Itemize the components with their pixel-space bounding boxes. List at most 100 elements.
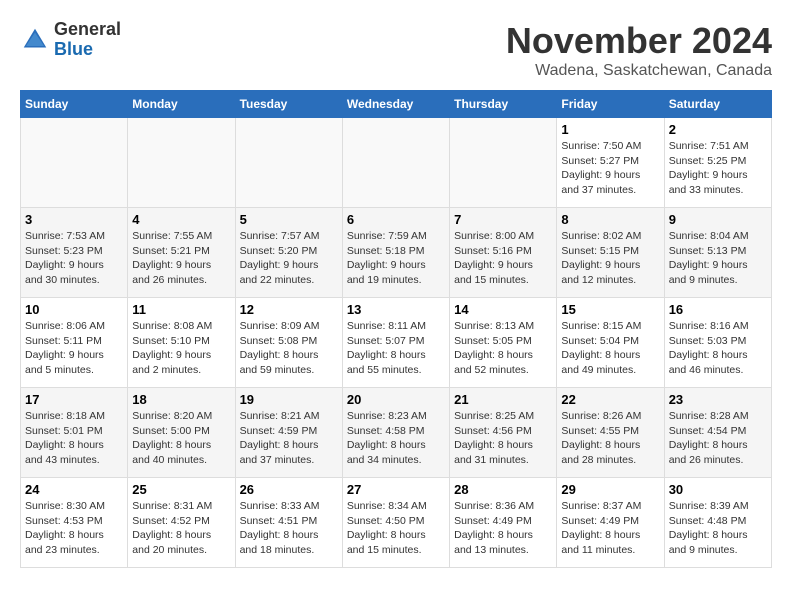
day-info: Sunrise: 8:28 AM Sunset: 4:54 PM Dayligh… [669,409,767,468]
day-info: Sunrise: 8:13 AM Sunset: 5:05 PM Dayligh… [454,319,552,378]
day-number: 22 [561,392,659,407]
day-info: Sunrise: 8:25 AM Sunset: 4:56 PM Dayligh… [454,409,552,468]
day-number: 12 [240,302,338,317]
weekday-header: Sunday [21,91,128,118]
day-number: 13 [347,302,445,317]
day-info: Sunrise: 8:08 AM Sunset: 5:10 PM Dayligh… [132,319,230,378]
calendar-day-cell: 16 Sunrise: 8:16 AM Sunset: 5:03 PM Dayli… [664,298,771,388]
day-number: 6 [347,212,445,227]
day-info: Sunrise: 8:23 AM Sunset: 4:58 PM Dayligh… [347,409,445,468]
title-block: November 2024 Wadena, Saskatchewan, Cana… [506,20,772,80]
day-number: 24 [25,482,123,497]
weekday-header: Friday [557,91,664,118]
calendar-week-row: 24Sunrise: 8:30 AM Sunset: 4:53 PM Dayli… [21,478,772,568]
calendar-day-cell: 30 Sunrise: 8:39 AM Sunset: 4:48 PM Dayli… [664,478,771,568]
day-number: 27 [347,482,445,497]
day-info: Sunrise: 8:36 AM Sunset: 4:49 PM Dayligh… [454,499,552,558]
weekday-header: Tuesday [235,91,342,118]
day-info: Sunrise: 8:16 AM Sunset: 5:03 PM Dayligh… [669,319,767,378]
day-info: Sunrise: 8:00 AM Sunset: 5:16 PM Dayligh… [454,229,552,288]
day-number: 8 [561,212,659,227]
day-info: Sunrise: 8:15 AM Sunset: 5:04 PM Dayligh… [561,319,659,378]
calendar-day-cell: 25Sunrise: 8:31 AM Sunset: 4:52 PM Dayli… [128,478,235,568]
day-number: 14 [454,302,552,317]
day-number: 15 [561,302,659,317]
day-info: Sunrise: 8:09 AM Sunset: 5:08 PM Dayligh… [240,319,338,378]
day-info: Sunrise: 8:02 AM Sunset: 5:15 PM Dayligh… [561,229,659,288]
calendar-day-cell: 14 Sunrise: 8:13 AM Sunset: 5:05 PM Dayli… [450,298,557,388]
logo-line1: General [54,20,121,40]
day-number: 25 [132,482,230,497]
day-number: 3 [25,212,123,227]
logo-icon [20,25,50,55]
day-info: Sunrise: 8:39 AM Sunset: 4:48 PM Dayligh… [669,499,767,558]
day-number: 29 [561,482,659,497]
calendar-day-cell: 17 Sunrise: 8:18 AM Sunset: 5:01 PM Dayli… [21,388,128,478]
calendar-day-cell: 13 Sunrise: 8:11 AM Sunset: 5:07 PM Dayli… [342,298,449,388]
day-info: Sunrise: 7:59 AM Sunset: 5:18 PM Dayligh… [347,229,445,288]
calendar-day-cell: 2Sunrise: 7:51 AM Sunset: 5:25 PM Daylig… [664,118,771,208]
day-info: Sunrise: 8:37 AM Sunset: 4:49 PM Dayligh… [561,499,659,558]
calendar-day-cell: 6 Sunrise: 7:59 AM Sunset: 5:18 PM Daylig… [342,208,449,298]
calendar-day-cell: 12 Sunrise: 8:09 AM Sunset: 5:08 PM Dayli… [235,298,342,388]
calendar-day-cell: 7 Sunrise: 8:00 AM Sunset: 5:16 PM Daylig… [450,208,557,298]
calendar-day-cell: 19Sunrise: 8:21 AM Sunset: 4:59 PM Dayli… [235,388,342,478]
day-number: 18 [132,392,230,407]
day-number: 9 [669,212,767,227]
day-info: Sunrise: 8:26 AM Sunset: 4:55 PM Dayligh… [561,409,659,468]
day-number: 16 [669,302,767,317]
day-info: Sunrise: 8:06 AM Sunset: 5:11 PM Dayligh… [25,319,123,378]
calendar-week-row: 1Sunrise: 7:50 AM Sunset: 5:27 PM Daylig… [21,118,772,208]
day-number: 4 [132,212,230,227]
day-info: Sunrise: 8:18 AM Sunset: 5:01 PM Dayligh… [25,409,123,468]
calendar-day-cell: 29 Sunrise: 8:37 AM Sunset: 4:49 PM Dayli… [557,478,664,568]
calendar-day-cell: 24Sunrise: 8:30 AM Sunset: 4:53 PM Dayli… [21,478,128,568]
weekday-header: Wednesday [342,91,449,118]
calendar-week-row: 3 Sunrise: 7:53 AM Sunset: 5:23 PM Daylig… [21,208,772,298]
calendar-day-cell: 28Sunrise: 8:36 AM Sunset: 4:49 PM Dayli… [450,478,557,568]
calendar-day-cell [235,118,342,208]
calendar-day-cell: 3 Sunrise: 7:53 AM Sunset: 5:23 PM Daylig… [21,208,128,298]
calendar-day-cell: 18 Sunrise: 8:20 AM Sunset: 5:00 PM Dayli… [128,388,235,478]
calendar-day-cell: 1Sunrise: 7:50 AM Sunset: 5:27 PM Daylig… [557,118,664,208]
calendar-day-cell: 22 Sunrise: 8:26 AM Sunset: 4:55 PM Dayli… [557,388,664,478]
calendar-day-cell [128,118,235,208]
day-info: Sunrise: 8:33 AM Sunset: 4:51 PM Dayligh… [240,499,338,558]
logo: General Blue [20,20,121,60]
day-info: Sunrise: 8:04 AM Sunset: 5:13 PM Dayligh… [669,229,767,288]
calendar-day-cell: 10 Sunrise: 8:06 AM Sunset: 5:11 PM Dayli… [21,298,128,388]
calendar-day-cell: 23Sunrise: 8:28 AM Sunset: 4:54 PM Dayli… [664,388,771,478]
logo-line2: Blue [54,40,121,60]
day-info: Sunrise: 8:11 AM Sunset: 5:07 PM Dayligh… [347,319,445,378]
calendar-day-cell [342,118,449,208]
day-number: 17 [25,392,123,407]
day-number: 26 [240,482,338,497]
calendar-day-cell: 15 Sunrise: 8:15 AM Sunset: 5:04 PM Dayli… [557,298,664,388]
day-number: 30 [669,482,767,497]
calendar-week-row: 17 Sunrise: 8:18 AM Sunset: 5:01 PM Dayli… [21,388,772,478]
calendar-body: 1Sunrise: 7:50 AM Sunset: 5:27 PM Daylig… [21,118,772,568]
calendar-day-cell: 4Sunrise: 7:55 AM Sunset: 5:21 PM Daylig… [128,208,235,298]
calendar-day-cell [21,118,128,208]
day-number: 19 [240,392,338,407]
day-info: Sunrise: 8:34 AM Sunset: 4:50 PM Dayligh… [347,499,445,558]
day-number: 11 [132,302,230,317]
day-number: 1 [561,122,659,137]
calendar-day-cell [450,118,557,208]
day-info: Sunrise: 7:57 AM Sunset: 5:20 PM Dayligh… [240,229,338,288]
weekday-header: Saturday [664,91,771,118]
day-info: Sunrise: 8:20 AM Sunset: 5:00 PM Dayligh… [132,409,230,468]
calendar-day-cell: 21 Sunrise: 8:25 AM Sunset: 4:56 PM Dayli… [450,388,557,478]
weekday-header: Thursday [450,91,557,118]
day-number: 10 [25,302,123,317]
calendar-day-cell: 26 Sunrise: 8:33 AM Sunset: 4:51 PM Dayli… [235,478,342,568]
calendar-header-row: SundayMondayTuesdayWednesdayThursdayFrid… [21,91,772,118]
calendar-table: SundayMondayTuesdayWednesdayThursdayFrid… [20,90,772,568]
calendar-day-cell: 27 Sunrise: 8:34 AM Sunset: 4:50 PM Dayli… [342,478,449,568]
day-number: 2 [669,122,767,137]
day-number: 5 [240,212,338,227]
day-number: 21 [454,392,552,407]
day-number: 7 [454,212,552,227]
location: Wadena, Saskatchewan, Canada [506,62,772,80]
day-info: Sunrise: 7:53 AM Sunset: 5:23 PM Dayligh… [25,229,123,288]
